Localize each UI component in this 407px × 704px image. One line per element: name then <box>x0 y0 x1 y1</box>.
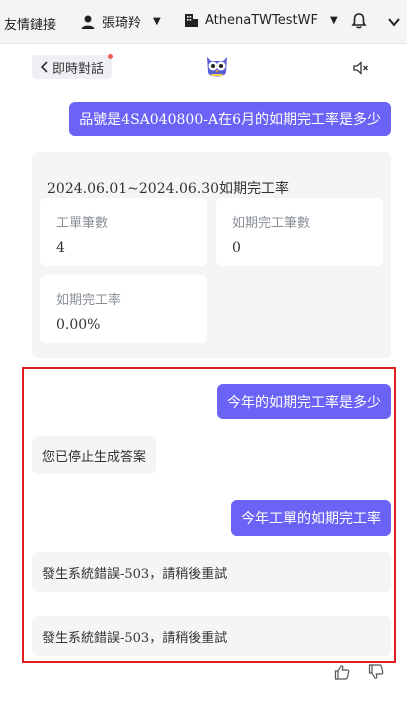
thumbs-up-icon[interactable] <box>334 664 350 680</box>
thumbs-down-icon[interactable] <box>368 664 384 680</box>
user-name: 張琦羚 <box>102 16 142 31</box>
company-menu[interactable]: AthenaTWTestWF ▼ <box>183 12 338 28</box>
highlight-box <box>22 367 396 663</box>
user-caret-icon: ▼ <box>153 16 161 27</box>
company-caret-icon: ▼ <box>329 14 338 26</box>
stat-label: 如期完工筆數 <box>232 216 311 231</box>
owl-icon <box>207 57 227 77</box>
stat-label: 工單筆數 <box>56 216 109 231</box>
stat-value: 0 <box>232 240 241 256</box>
user-icon <box>81 15 95 29</box>
stat-value: 0.00% <box>56 317 101 333</box>
building-icon <box>185 14 198 27</box>
company-name: AthenaTWTestWF <box>205 12 318 28</box>
links-menu[interactable]: 友情鏈接 <box>4 14 56 33</box>
user-message-bubble: 品號是4SA040800-A在6月的如期完工率是多少 <box>69 102 391 136</box>
stat-box: 如期完工率 0.00% <box>40 275 207 343</box>
stat-label: 如期完工率 <box>56 293 122 308</box>
top-header: 友情鏈接 張琦羚 ▼ AthenaTWTestWF ▼ <box>0 0 407 44</box>
back-button[interactable]: 即時對話 <box>32 55 113 79</box>
chevron-down-icon[interactable] <box>385 13 403 31</box>
speaker-mute-icon[interactable] <box>353 61 369 75</box>
user-menu[interactable]: 張琦羚 ▼ <box>80 12 161 31</box>
message-text: 品號是4SA040800-A在6月的如期完工率是多少 <box>79 112 381 128</box>
result-card-title: 2024.06.01~2024.06.30如期完工率 <box>47 181 290 197</box>
stat-value: 4 <box>56 240 65 256</box>
stat-box: 如期完工筆數 0 <box>216 198 383 266</box>
back-button-label: 即時對話 <box>52 61 105 77</box>
stat-box: 工單筆數 4 <box>40 198 207 266</box>
result-card: 2024.06.01~2024.06.30如期完工率 工單筆數 4 如期完工筆數… <box>32 152 391 358</box>
bell-icon[interactable] <box>350 12 368 30</box>
chevron-left-icon <box>40 61 48 73</box>
notification-dot <box>108 54 113 59</box>
